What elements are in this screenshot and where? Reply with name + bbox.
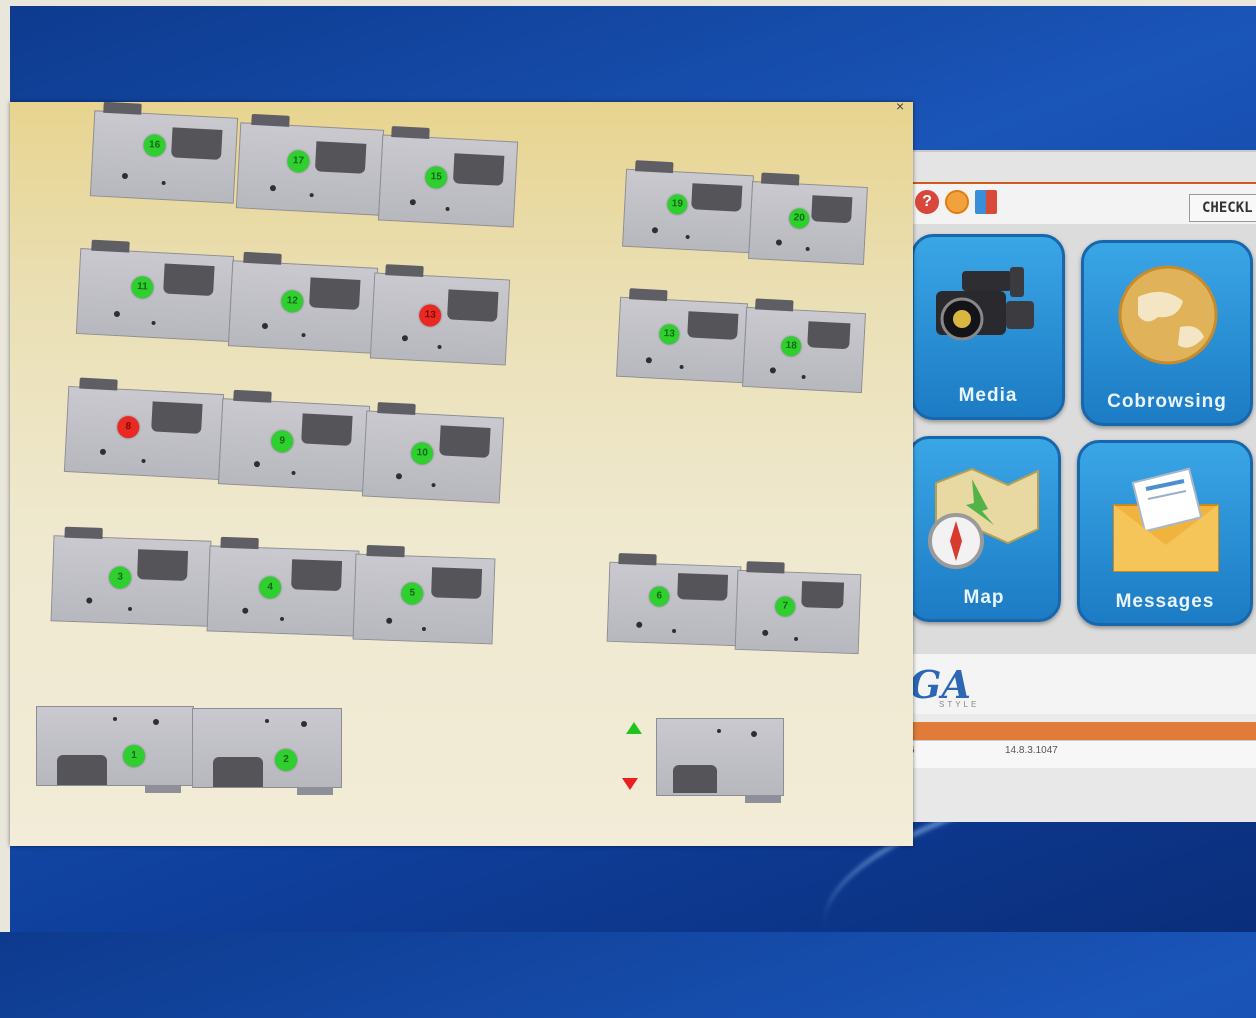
cylinder-unit[interactable]: 5 [352,544,496,645]
cylinder-badge: 1 [123,745,145,767]
cylinder-unit[interactable]: 4 [206,536,360,637]
cylinder-unit-unlabeled[interactable] [656,718,784,803]
accent-bar [905,722,1256,740]
map-label: Map [963,587,1005,608]
cylinder-unit[interactable]: 15 [377,125,519,228]
status-row: 6 14.8.3.1047 [905,740,1256,769]
app-titlebar [905,152,1256,185]
cylinder-unit[interactable]: 2 [192,708,342,795]
cylinder-badge: 16 [143,133,167,158]
status-ip: 14.8.3.1047 [1005,745,1058,756]
cylinder-unit[interactable]: 12 [227,251,379,354]
cylinder-badge: 9 [270,429,294,453]
cylinder-unit[interactable]: 6 [606,553,742,647]
envelope-icon [1113,467,1219,572]
tile-panel: Media Cobrowsing Map Messages [905,224,1256,654]
arrow-down-icon[interactable] [622,778,638,790]
cylinder-unit[interactable]: 18 [741,298,867,394]
cylinder-badge: 18 [780,335,802,357]
cylinder-unit[interactable]: 11 [75,239,235,342]
cylinder-badge: 8 [116,415,140,439]
cylinder-unit[interactable]: 13 [615,288,749,384]
cylinder-unit[interactable]: 20 [748,172,868,265]
cylinder-badge: 15 [424,165,448,189]
cylinder-badge: 17 [286,149,310,173]
cylinder-badge: 11 [130,275,154,299]
globe-icon [1118,265,1218,365]
cylinder-badge: 10 [410,441,434,465]
photo-frame-left [0,0,10,932]
cylinder-unit[interactable]: 13 [369,264,511,366]
exit-icon[interactable] [975,190,997,214]
app-footer [905,768,1256,822]
messages-label: Messages [1115,591,1215,612]
arrow-up-icon[interactable] [626,722,642,734]
kiosk-app-window: ? CHECKL Media Cobrowsing Map Messages G… [905,150,1256,822]
language-icon[interactable] [945,190,969,214]
photo-frame-top [0,0,1256,6]
brand-logo-area: GA STYLE [905,654,1256,714]
cylinder-unit[interactable]: 7 [734,561,862,655]
cylinder-badge: 13 [658,323,680,345]
brand-logo-sub: STYLE [939,700,980,709]
cylinder-unit[interactable]: 8 [63,377,225,481]
cylinder-badge: 2 [275,749,297,771]
cylinder-unit[interactable]: 10 [361,402,505,504]
cylinder-status-window: × 16 17 15 19 20 11 12 13 13 18 8 9 10 3… [10,102,913,846]
messages-tile[interactable]: Messages [1077,440,1253,626]
media-label: Media [958,385,1018,406]
help-icon[interactable]: ? [915,190,939,214]
cylinder-badge: 4 [258,576,282,599]
cobrowsing-tile[interactable]: Cobrowsing [1081,240,1253,426]
cylinder-badge: 20 [788,208,810,230]
cylinder-badge: 5 [400,582,424,605]
cylinder-badge: 7 [774,596,796,617]
map-compass-icon [928,467,1039,569]
cylinder-badge: 19 [666,193,688,215]
map-tile[interactable]: Map [907,436,1061,622]
cylinder-badge: 6 [648,586,670,607]
cylinder-unit[interactable]: 19 [622,160,754,254]
checklist-button[interactable]: CHECKL [1189,194,1256,222]
close-icon[interactable]: × [896,102,904,114]
cylinder-unit[interactable]: 1 [36,706,194,793]
cylinder-badge: 12 [280,289,304,313]
cylinder-unit[interactable]: 17 [235,113,385,216]
cylinder-unit[interactable]: 3 [50,526,212,627]
video-camera-icon [936,267,1034,341]
cylinder-badge: 13 [418,303,442,328]
cylinder-unit[interactable]: 16 [89,102,239,204]
cylinder-unit[interactable]: 9 [217,389,371,492]
media-tile[interactable]: Media [911,234,1065,420]
cobrowsing-label: Cobrowsing [1107,391,1227,412]
cylinder-badge: 3 [108,566,132,589]
